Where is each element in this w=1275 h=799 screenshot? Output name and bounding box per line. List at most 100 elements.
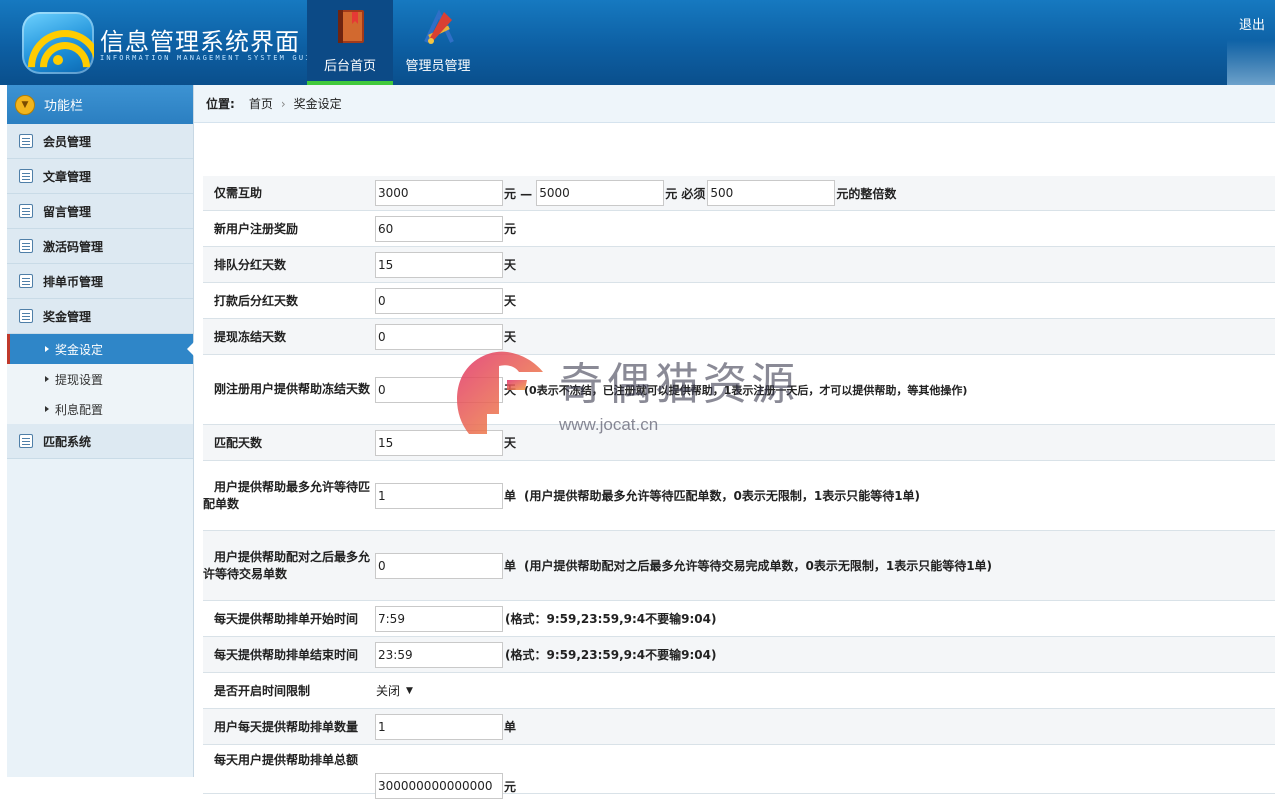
breadcrumb-prefix: 位置: [206,97,235,111]
unit-label: 元 [504,222,517,236]
field-label: 提现冻结天数 [214,329,287,344]
time-limit-selected: 关闭 [376,684,401,698]
caret-right-icon [45,346,49,352]
bonus-settings-form: 仅需互助 元 — 元 必须 元的整倍数 新用户注册奖励 元 排队分红天数 天 打… [203,176,1275,799]
sidebar: ▼ 功能栏 会员管理 文章管理 留言管理 激活码管理 排单币管理 奖金管理 奖金… [7,85,194,777]
field-note: (用户提供帮助最多允许等待匹配单数，0表示无限制，1表示只能等待1单) [524,489,921,503]
tools-icon [424,9,454,44]
edit-icon [19,169,33,183]
app-subtitle: INFORMATION MANAGEMENT SYSTEM GUI [100,54,312,62]
post-payment-dividend-days-input[interactable] [375,287,503,314]
logo-icon [22,12,94,74]
unit-label: 单 [504,559,517,573]
caret-right-icon [45,406,49,412]
field-label: 是否开启时间限制 [214,683,311,698]
field-note: (格式：9:59,23:59,9:4不要输9:04) [505,612,717,626]
field-label: 匹配天数 [214,435,263,450]
sidebar-item-members[interactable]: 会员管理 [7,124,193,159]
sidebar-item-label: 激活码管理 [43,239,104,254]
sidebar-item-messages[interactable]: 留言管理 [7,194,193,229]
max-waiting-trade-input[interactable] [375,552,503,579]
field-note: (格式：9:59,23:59,9:4不要输9:04) [505,648,717,662]
field-note: (0表示不冻结，已注册就可以提供帮助，1表示注册一天后，才可以提供帮助，等其他操… [524,383,968,397]
sidebar-item-label: 会员管理 [43,134,92,149]
top-header: 信息管理系统界面 INFORMATION MANAGEMENT SYSTEM G… [0,0,1275,85]
form-row-queue-dividend-days: 排队分红天数 天 [203,247,1275,283]
time-limit-select[interactable]: 关闭 ▼ [375,679,423,702]
queue-dividend-days-input[interactable] [375,251,503,278]
sidebar-item-bonus[interactable]: 奖金管理 [7,299,193,334]
sidebar-item-articles[interactable]: 文章管理 [7,159,193,194]
withdraw-freeze-days-input[interactable] [375,323,503,350]
sidebar-item-label: 奖金管理 [43,309,92,324]
sidebar-header: ▼ 功能栏 [7,85,193,124]
field-label: 仅需互助 [214,186,263,200]
nav-home-label: 后台首页 [323,59,376,74]
breadcrumb-home[interactable]: 首页 [249,95,273,112]
breadcrumb-separator: › [280,96,286,111]
caret-right-icon [45,376,49,382]
sidebar-item-queue-coins[interactable]: 排单币管理 [7,264,193,299]
calendar-icon [19,274,33,288]
field-note: (用户提供帮助配对之后最多允许等待交易完成单数，0表示无限制，1表示只能等待1单… [524,559,993,573]
new-user-reward-input[interactable] [375,215,503,242]
form-row-new-user-freeze-days: 刚注册用户提供帮助冻结天数 天 (0表示不冻结，已注册就可以提供帮助，1表示注册… [203,355,1275,425]
unit-label: 元 [504,779,517,794]
dropdown-arrow-icon: ▼ [406,685,413,696]
nav-admin[interactable]: 管理员管理 [395,0,481,85]
field-label: 用户提供帮助配对之后最多允许等待交易单数 [203,549,371,581]
daily-end-time-input[interactable] [375,641,503,668]
logout-link[interactable]: 退出 [1239,14,1265,33]
sidebar-item-label: 留言管理 [43,204,92,219]
app-title: 信息管理系统界面 [100,28,300,56]
nav-home[interactable]: 后台首页 [307,0,393,85]
field-label: 每天提供帮助排单开始时间 [214,611,359,626]
sidebar-item-label: 匹配系统 [43,434,92,449]
field-label: 新用户注册奖励 [214,221,299,236]
help-max-input[interactable] [536,180,665,206]
sidebar-item-label: 文章管理 [43,169,92,184]
form-row-max-waiting-match: 用户提供帮助最多允许等待匹配单数 单 (用户提供帮助最多允许等待匹配单数，0表示… [203,461,1275,531]
header-glow [1227,40,1275,85]
sidebar-subitem-bonus-settings[interactable]: 奖金设定 [7,334,194,364]
unit-label: 天 [504,258,517,272]
form-row-daily-start-time: 每天提供帮助排单开始时间 (格式：9:59,23:59,9:4不要输9:04) [203,601,1275,637]
form-row-max-waiting-trade: 用户提供帮助配对之后最多允许等待交易单数 单 (用户提供帮助配对之后最多允许等待… [203,531,1275,601]
field-label: 用户每天提供帮助排单数量 [214,719,359,734]
breadcrumb: 位置: 首页 › 奖金设定 [194,85,1275,123]
unit-label: 单 [504,489,517,503]
form-row-post-payment-dividend-days: 打款后分红天数 天 [203,283,1275,319]
sidebar-subitem-label: 奖金设定 [55,342,104,357]
help-multiple-input[interactable] [707,180,836,206]
form-row-daily-end-time: 每天提供帮助排单结束时间 (格式：9:59,23:59,9:4不要输9:04) [203,637,1275,673]
field-label: 刚注册用户提供帮助冻结天数 [214,382,371,396]
sidebar-subitem-withdraw-settings[interactable]: 提现设置 [7,364,193,394]
breadcrumb-current: 奖金设定 [293,97,342,111]
field-label: 排队分红天数 [214,257,287,272]
daily-start-time-input[interactable] [375,605,503,632]
unit-label: 天 [504,436,517,450]
new-user-freeze-days-input[interactable] [375,376,503,403]
edit-icon [19,204,33,218]
help-min-input[interactable] [375,180,503,206]
calendar-icon [19,309,33,323]
unit-label: 天 [504,294,517,308]
sidebar-subitem-interest-config[interactable]: 利息配置 [7,394,193,424]
max-waiting-match-input[interactable] [375,482,503,509]
form-row-time-limit: 是否开启时间限制 关闭 ▼ [203,673,1275,709]
sidebar-item-activation-codes[interactable]: 激活码管理 [7,229,193,264]
form-row-daily-user-count: 用户每天提供帮助排单数量 单 [203,709,1275,745]
unit-label: 单 [504,720,517,734]
chevron-down-icon: ▼ [15,94,35,115]
form-row-match-days: 匹配天数 天 [203,425,1275,461]
sidebar-subitem-label: 提现设置 [55,372,104,387]
daily-user-count-input[interactable] [375,713,503,740]
help-range-dash: 元 — [504,186,533,201]
match-days-input[interactable] [375,429,503,456]
form-row-withdraw-freeze-days: 提现冻结天数 天 [203,319,1275,355]
form-row-help-range: 仅需互助 元 — 元 必须 元的整倍数 [203,176,1275,211]
sidebar-title: 功能栏 [44,99,84,114]
sidebar-item-matching[interactable]: 匹配系统 [7,424,193,459]
unit-label: 天 [504,330,517,344]
form-row-daily-total-amount: 每天用户提供帮助排单总额 元 [203,745,1275,799]
